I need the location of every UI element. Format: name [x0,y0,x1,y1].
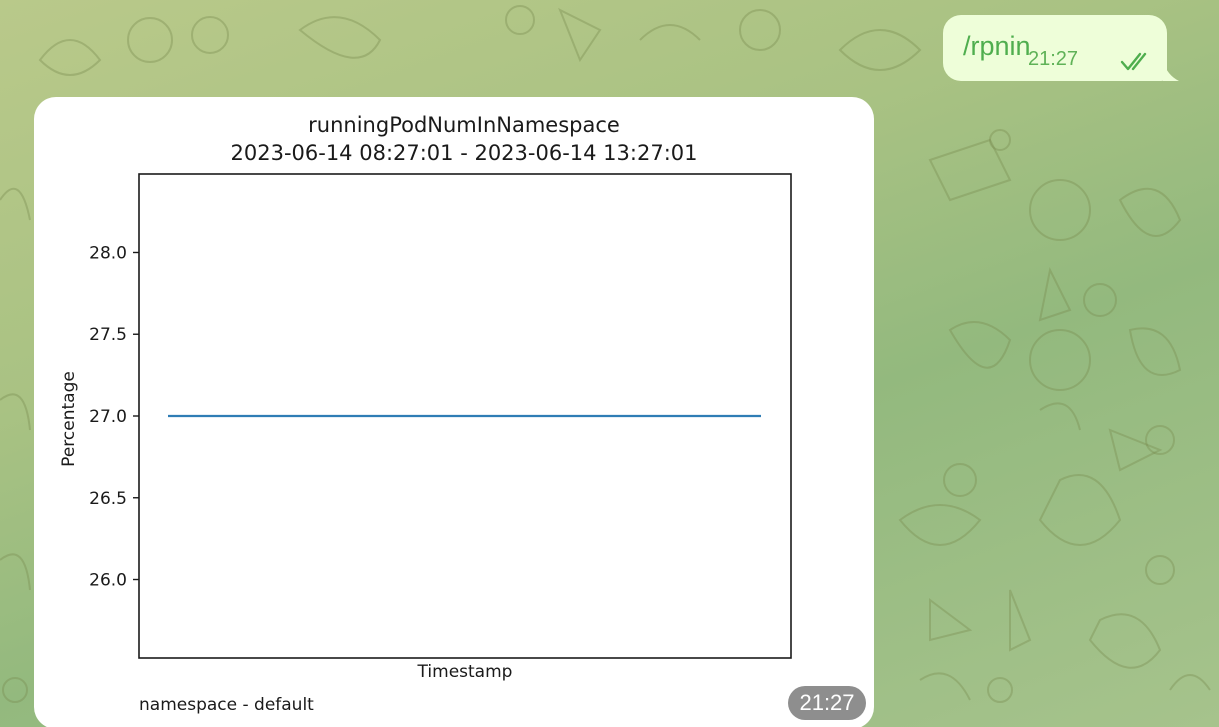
double-check-icon [1120,52,1147,71]
x-axis-label: Timestamp [417,662,513,682]
y-tick-label: 26.5 [89,489,127,509]
y-tick-label: 27.5 [89,325,127,345]
chart-subtitle: 2023-06-14 08:27:01 - 2023-06-14 13:27:0… [230,141,698,165]
chart-title: runningPodNumInNamespace [308,113,620,137]
y-axis-label: Percentage [59,371,79,467]
photo-time-badge: 21:27 [788,686,866,720]
outgoing-message-text: /rpnin [963,31,1031,61]
chart-canvas: 26.0 26.5 27.0 27.5 28.0 [89,173,792,659]
message-tail-icon [1163,61,1179,81]
photo-caption: namespace - default [139,695,314,715]
chart-photo-message[interactable]: 26.0 26.5 27.0 27.5 28.0 runningPodNumInName… [34,97,874,727]
y-tick-label: 26.0 [89,571,127,591]
y-tick-label: 28.0 [89,243,127,263]
y-tick-label: 27.0 [89,407,127,427]
outgoing-message-time: 21:27 [1028,48,1079,70]
